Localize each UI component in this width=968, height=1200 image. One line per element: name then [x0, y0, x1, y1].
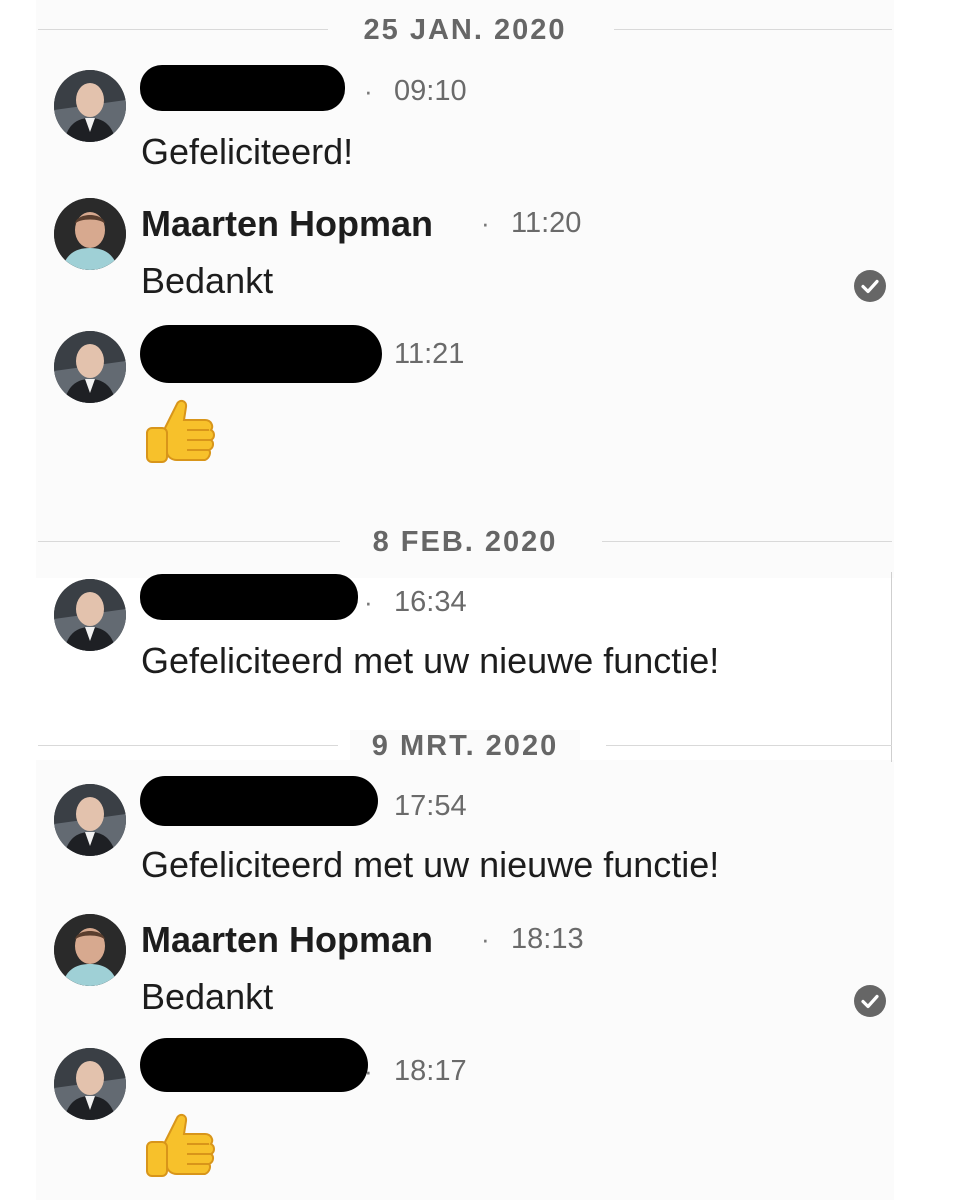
date-label: 9 MRT. 2020: [349, 730, 581, 762]
meta-separator: ·: [481, 208, 490, 238]
message-time: 11:20: [511, 207, 582, 239]
message-time: 09:10: [394, 75, 467, 107]
date-divider-2: 8 FEB. 2020: [0, 526, 968, 558]
avatar-contact[interactable]: [54, 579, 126, 651]
message-time: 16:34: [394, 586, 467, 618]
avatar-photo-icon: [54, 1048, 126, 1120]
redacted-sender-name: [140, 1038, 368, 1092]
meta-separator: ·: [481, 924, 490, 954]
redacted-sender-name: [140, 574, 358, 620]
thumbs-up-icon: [143, 1108, 219, 1189]
message-time: 11:21: [394, 338, 465, 370]
avatar-contact[interactable]: [54, 331, 126, 403]
avatar-contact[interactable]: [54, 784, 126, 856]
avatar-photo-icon: [54, 579, 126, 651]
message-time: 18:13: [511, 923, 584, 955]
message-time: 18:17: [394, 1055, 467, 1087]
meta-separator: ·: [364, 76, 373, 106]
avatar-photo-icon: [54, 784, 126, 856]
date-divider-3: 9 MRT. 2020: [0, 730, 968, 762]
date-label: 8 FEB. 2020: [350, 526, 580, 558]
avatar-maarten-hopman[interactable]: [54, 914, 126, 986]
message-text: Bedankt: [141, 260, 274, 301]
message-text: Gefeliciteerd met uw nieuwe functie!: [141, 844, 720, 885]
redacted-sender-name: [140, 65, 345, 111]
message-time: 17:54: [394, 790, 467, 822]
meta-separator: ·: [364, 587, 373, 617]
meta-separator: ·: [364, 1056, 373, 1086]
thumbs-up-icon: [143, 394, 219, 475]
message-text: Gefeliciteerd met uw nieuwe functie!: [141, 640, 720, 681]
date-divider-1: 25 JAN. 2020: [0, 14, 968, 46]
avatar-contact[interactable]: [54, 70, 126, 142]
avatar-photo-icon: [54, 70, 126, 142]
date-label: 25 JAN. 2020: [341, 14, 589, 46]
message-text: Gefeliciteerd!: [141, 131, 354, 172]
read-receipt-icon: [854, 270, 886, 302]
sender-name[interactable]: Maarten Hopman: [141, 204, 433, 244]
avatar-photo-icon: [54, 198, 126, 270]
redacted-sender-name: [140, 325, 382, 383]
sender-name[interactable]: Maarten Hopman: [141, 920, 433, 960]
avatar-photo-icon: [54, 331, 126, 403]
message-text: Bedankt: [141, 976, 274, 1017]
avatar-contact[interactable]: [54, 1048, 126, 1120]
redacted-sender-name: [140, 776, 378, 826]
avatar-photo-icon: [54, 914, 126, 986]
avatar-maarten-hopman[interactable]: [54, 198, 126, 270]
read-receipt-icon: [854, 985, 886, 1017]
